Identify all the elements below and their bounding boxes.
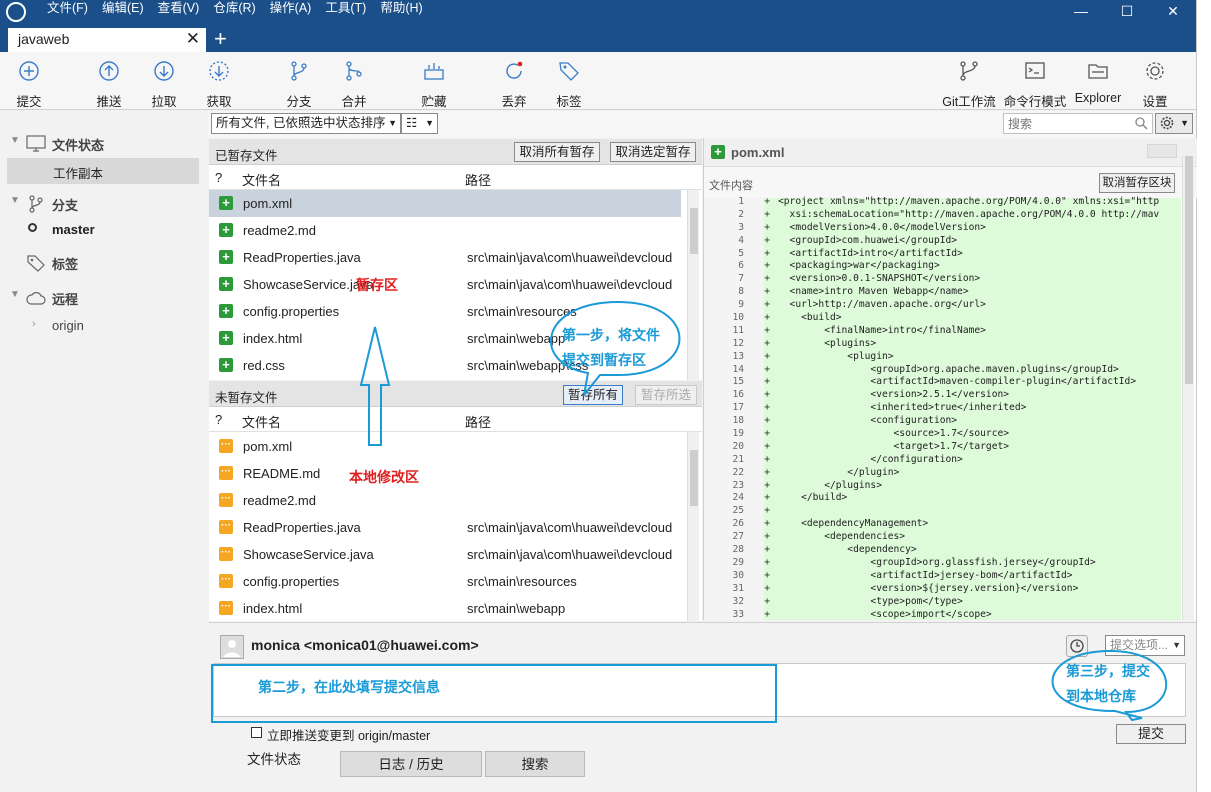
up-arrow-annotation — [359, 326, 391, 446]
step3-line1: 第三步，提交 — [1066, 663, 1150, 679]
annotation-overlay — [211, 300, 1167, 723]
step1-line1: 第一步，将文件 — [562, 327, 660, 343]
local-changes-annotation: 本地修改区 — [349, 469, 419, 485]
step3-line2: 到本地仓库 — [1066, 688, 1136, 704]
step1-bubble — [550, 300, 681, 396]
step2-text: 第二步，在此处填写提交信息 — [258, 679, 440, 695]
staging-area-annotation: 暂存区 — [356, 277, 398, 293]
step1-line2: 提交到暂存区 — [562, 352, 646, 368]
